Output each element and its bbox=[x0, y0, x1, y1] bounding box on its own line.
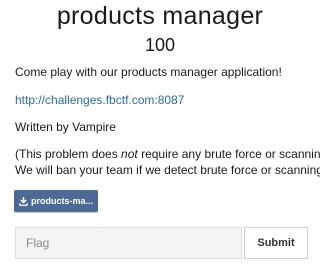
note-text-after: require any brute force or scanning. bbox=[137, 147, 320, 161]
challenge-points: 100 bbox=[144, 35, 176, 55]
challenge-title: products manager bbox=[56, 2, 264, 30]
challenge-description: Come play with our products manager appl… bbox=[15, 65, 282, 79]
flag-input[interactable] bbox=[15, 227, 242, 259]
download-attachment-button[interactable]: products-ma... bbox=[14, 190, 98, 212]
challenge-card: products manager 100 Come play with our … bbox=[0, 0, 320, 278]
challenge-link[interactable]: http://challenges.fbctf.com:8087 bbox=[15, 91, 184, 109]
submit-button[interactable]: Submit bbox=[244, 227, 308, 259]
challenge-note-line2: We will ban your team if we detect brute… bbox=[15, 163, 320, 177]
download-label: products-ma... bbox=[30, 196, 93, 206]
note-emphasis: not bbox=[121, 147, 138, 161]
note-text-before: (This problem does bbox=[15, 147, 122, 161]
download-icon bbox=[19, 196, 28, 206]
challenge-author: Written by Vampire bbox=[15, 120, 116, 134]
